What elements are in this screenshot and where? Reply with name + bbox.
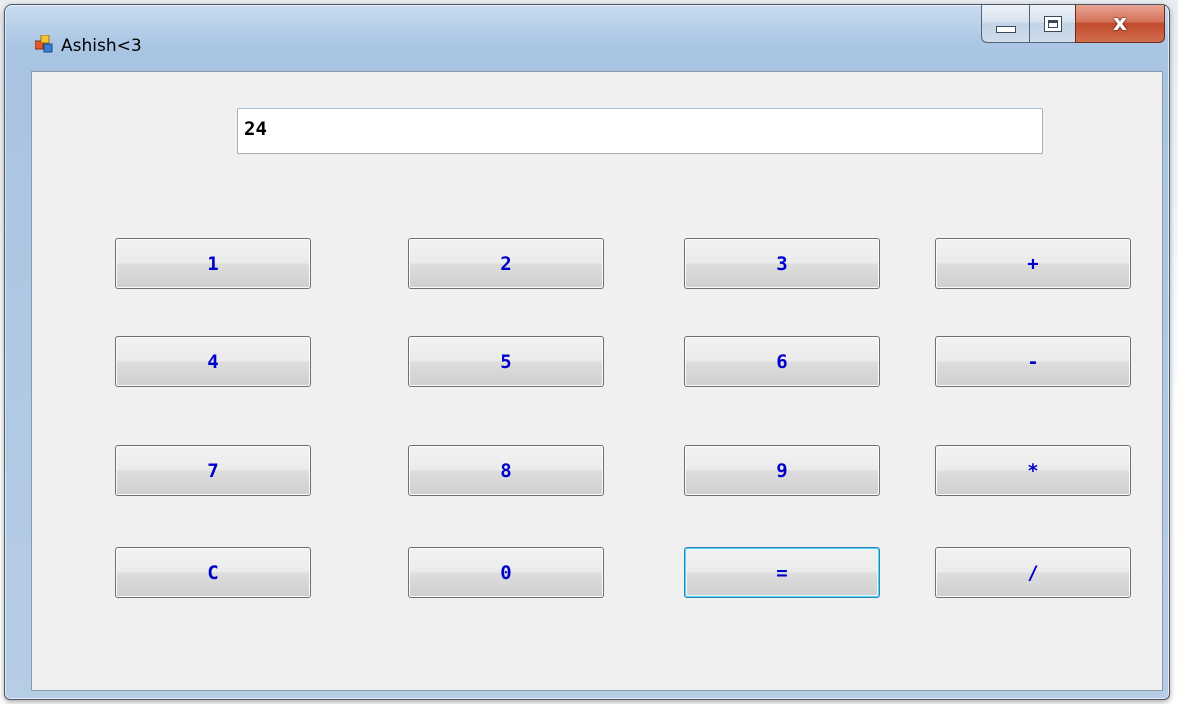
digit-5-button[interactable]: 5 — [408, 336, 604, 387]
window-title: Ashish<3 — [61, 36, 142, 56]
client-area: 24 1 2 3 +4 5 6 - 7 8 9 * C 0 = / — [31, 71, 1163, 691]
multiply-button[interactable]: * — [935, 445, 1131, 496]
minimize-icon — [995, 26, 1016, 33]
digit-6-button[interactable]: 6 — [684, 336, 880, 387]
app-window-icon[interactable] — [34, 34, 53, 53]
digit-7-button[interactable]: 7 — [115, 445, 311, 496]
maximize-button[interactable] — [1029, 5, 1075, 43]
calculator-window: Ashish<3 x 24 1 2 3 +4 5 6 - 7 8 9 * C 0 = / — [4, 4, 1170, 700]
minimize-button[interactable] — [981, 5, 1029, 43]
digit-1-button[interactable]: 1 — [115, 238, 311, 289]
clear-button[interactable]: C — [115, 547, 311, 598]
close-icon: x — [1112, 10, 1128, 36]
equals-button[interactable]: = — [684, 547, 880, 598]
digit-2-button[interactable]: 2 — [408, 238, 604, 289]
title-bar[interactable]: Ashish<3 x — [5, 5, 1169, 67]
plus-button[interactable]: + — [935, 238, 1131, 289]
digit-3-button[interactable]: 3 — [684, 238, 880, 289]
maximize-icon — [1043, 15, 1062, 32]
digit-4-button[interactable]: 4 — [115, 336, 311, 387]
minus-button[interactable]: - — [935, 336, 1131, 387]
close-button[interactable]: x — [1075, 5, 1165, 43]
divide-button[interactable]: / — [935, 547, 1131, 598]
result-display-field[interactable]: 24 — [237, 108, 1043, 154]
caption-buttons: x — [981, 5, 1165, 45]
digit-8-button[interactable]: 8 — [408, 445, 604, 496]
digit-9-button[interactable]: 9 — [684, 445, 880, 496]
digit-0-button[interactable]: 0 — [408, 547, 604, 598]
